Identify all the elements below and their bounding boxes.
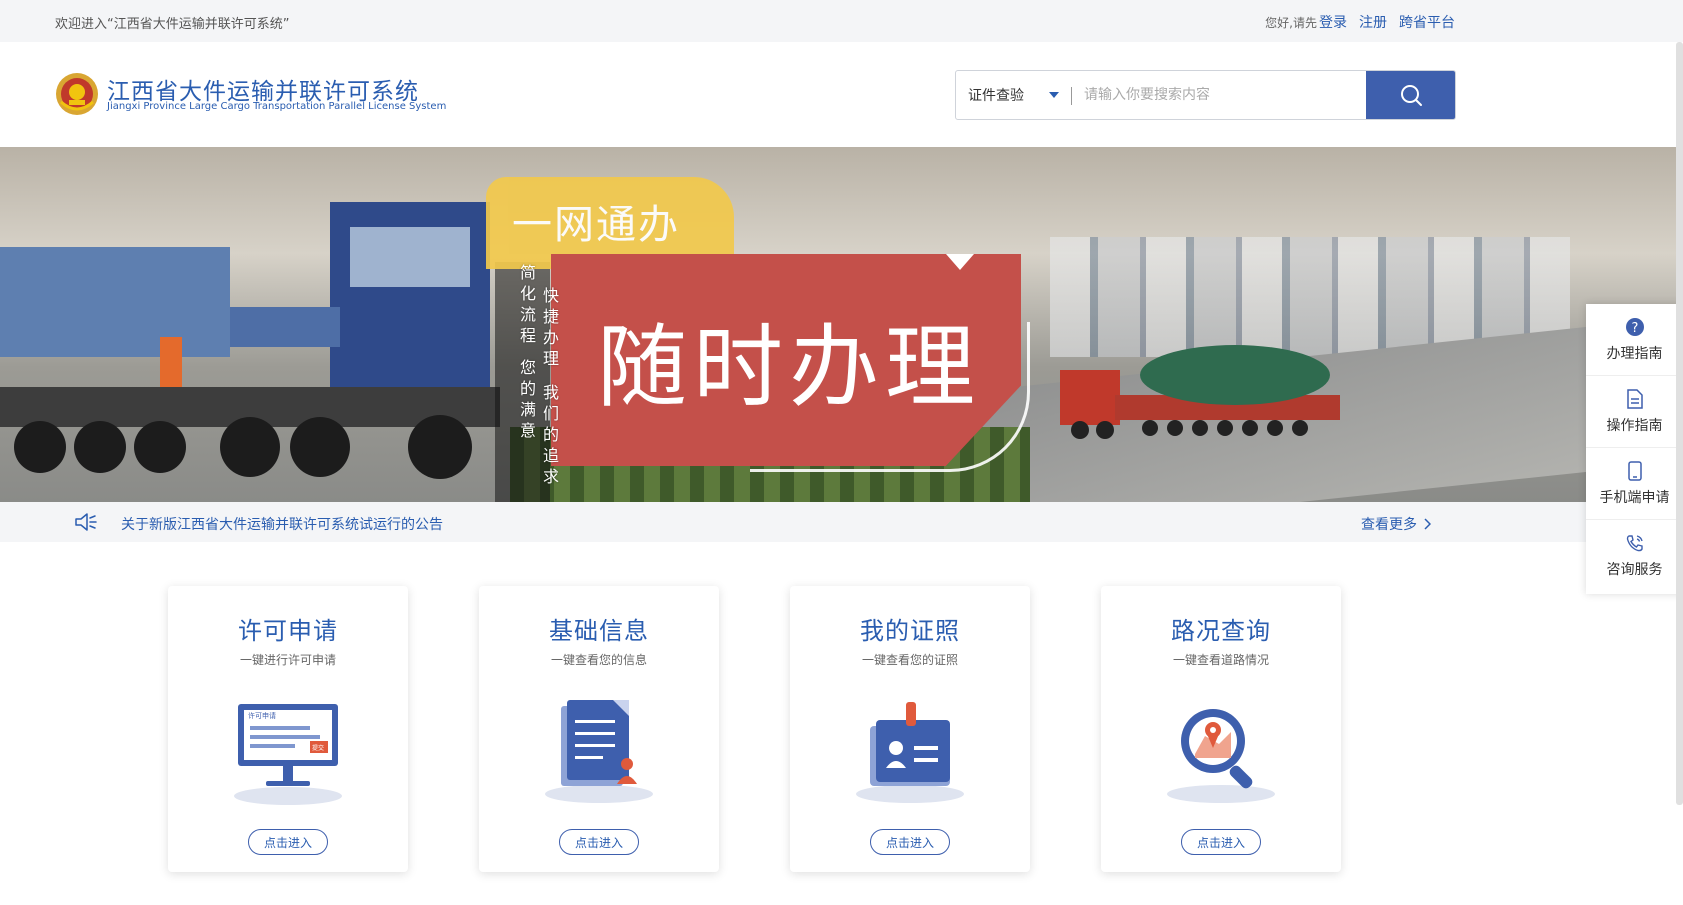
register-link[interactable]: 注册 [1359, 12, 1387, 32]
side-item-label: 手机端申请 [1599, 489, 1670, 506]
search-input[interactable] [1072, 71, 1366, 119]
search-type-value: 证件查验 [968, 88, 1024, 104]
top-bar: 欢迎进入“江西省大件运输并联许可系统” 您好,请先 登录 注册 跨省平台 [0, 0, 1683, 42]
illus-stamp: 提交 [312, 744, 324, 752]
svg-text:?: ? [1631, 321, 1638, 336]
view-more-label: 查看更多 [1361, 517, 1417, 533]
side-toolbar: ? 办理指南 操作指南 手机端申请 咨询服务 [1586, 304, 1683, 594]
card-title: 许可申请 [238, 617, 338, 645]
banner-slogan-right-2: 我们的追求 [542, 383, 559, 486]
id-badge-icon [856, 702, 964, 803]
enter-button[interactable]: 点击进入 [559, 829, 639, 855]
banner-slogan-left-2: 您的满意 [519, 358, 536, 440]
national-emblem-icon [56, 73, 98, 115]
side-item-mobile[interactable]: 手机端申请 [1586, 448, 1683, 520]
search-bar: 证件查验 [955, 70, 1456, 120]
computer-application-icon: 许可申请 提交 [234, 704, 342, 805]
card-subtitle: 一键查看您的信息 [550, 653, 647, 667]
welcome-text: 欢迎进入“江西省大件运输并联许可系统” [55, 17, 290, 32]
notice-link[interactable]: 关于新版江西省大件运输并联许可系统试运行的公告 [121, 514, 443, 534]
card-license-application[interactable]: 许可申请 一键进行许可申请 许可申请 提交 点击进入 [168, 586, 408, 872]
side-item-consult[interactable]: 咨询服务 [1586, 520, 1683, 592]
illus-text: 许可申请 [248, 711, 276, 720]
card-basic-info[interactable]: 基础信息 一键查看您的信息 点击进入 [479, 586, 719, 872]
header: 江西省大件运输并联许可系统 Jiangxi Province Large Car… [0, 42, 1683, 147]
search-button[interactable] [1366, 71, 1455, 119]
side-item-label: 操作指南 [1606, 417, 1663, 434]
chevron-down-icon [1049, 92, 1059, 98]
card-title: 路况查询 [1171, 617, 1271, 645]
banner-decorative-curve [750, 322, 1030, 472]
banner-slogan-left-1: 简化流程 [519, 263, 536, 345]
card-title: 我的证照 [860, 617, 960, 645]
banner-cargo-truck [1060, 345, 1340, 439]
side-item-operation[interactable]: 操作指南 [1586, 376, 1683, 448]
side-item-label: 咨询服务 [1606, 562, 1663, 578]
card-subtitle: 一键查看道路情况 [1172, 653, 1269, 667]
login-link[interactable]: 登录 [1319, 12, 1347, 32]
banner-tag-text: 一网通办 [512, 202, 680, 248]
question-circle-icon: ? [1625, 317, 1644, 336]
chevron-right-icon [1424, 518, 1431, 530]
document-icon [1626, 388, 1643, 409]
notice-bar: 关于新版江西省大件运输并联许可系统试运行的公告 查看更多 [0, 502, 1683, 542]
page-scrollbar[interactable] [1676, 42, 1683, 805]
search-icon [1400, 85, 1422, 106]
banner-heavy-truck [0, 202, 500, 479]
greeting-text: 您好,请先 [1265, 15, 1317, 30]
card-my-license[interactable]: 我的证照 一键查看您的证照 点击进入 [790, 586, 1030, 872]
service-cards: 许可申请 一键进行许可申请 许可申请 提交 点击进入 基础信息 一键查看您的信息 [168, 586, 1341, 872]
triangle-marker-icon [946, 254, 974, 270]
user-links: 您好,请先 登录 注册 跨省平台 [1265, 12, 1455, 32]
enter-button[interactable]: 点击进入 [1181, 829, 1261, 855]
phone-call-icon [1626, 535, 1643, 552]
cross-province-link[interactable]: 跨省平台 [1399, 12, 1455, 32]
card-subtitle: 一键查看您的证照 [861, 653, 958, 667]
enter-button[interactable]: 点击进入 [870, 829, 950, 855]
card-road-status[interactable]: 路况查询 一键查看道路情况 点击进入 [1101, 586, 1341, 872]
side-item-label: 办理指南 [1606, 345, 1663, 362]
document-user-icon [545, 700, 653, 803]
speaker-icon [75, 513, 97, 531]
search-type-select[interactable]: 证件查验 [956, 71, 1071, 119]
map-search-icon [1167, 709, 1275, 803]
side-item-guide[interactable]: ? 办理指南 [1586, 304, 1683, 376]
card-title: 基础信息 [549, 617, 649, 645]
hero-banner: 一网通办 随时办理 简化流程 您的满意 快捷办理 我们的追求 [0, 147, 1683, 502]
mobile-phone-icon [1627, 460, 1642, 481]
view-more-link[interactable]: 查看更多 [1361, 514, 1431, 534]
enter-button[interactable]: 点击进入 [248, 829, 328, 855]
logo-subtitle: Jiangxi Province Large Cargo Transportat… [107, 101, 447, 112]
banner-slogan-right-1: 快捷办理 [542, 286, 559, 368]
card-subtitle: 一键进行许可申请 [239, 653, 336, 667]
